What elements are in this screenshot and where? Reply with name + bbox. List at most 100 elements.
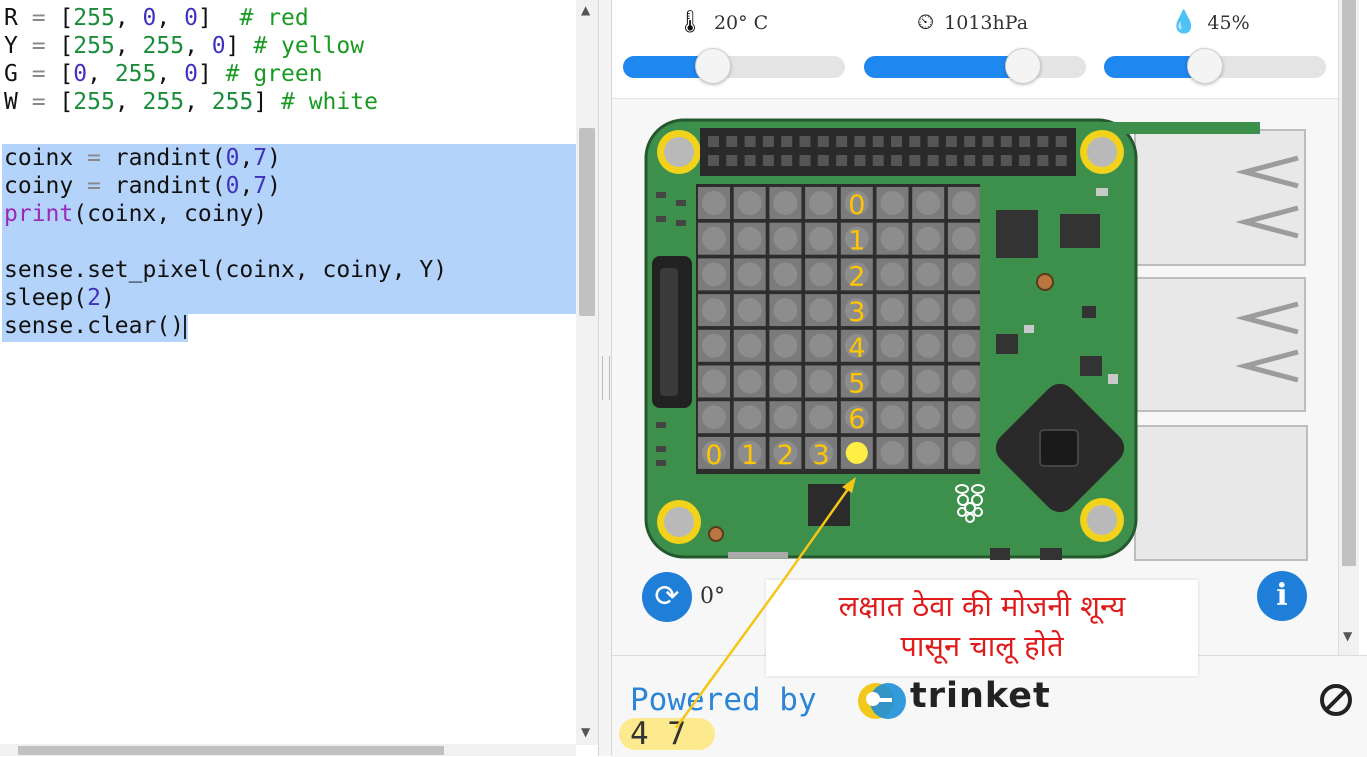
gpio-pin bbox=[1019, 136, 1031, 147]
gpio-pin bbox=[1055, 155, 1067, 166]
led-dot bbox=[916, 298, 941, 323]
gpio-pin bbox=[744, 136, 756, 147]
led-dot bbox=[916, 262, 941, 287]
emulator-vertical-scrollbar[interactable]: ▼ bbox=[1339, 0, 1359, 655]
led-dot bbox=[702, 405, 726, 430]
led-dot bbox=[880, 333, 905, 358]
led-dot bbox=[916, 191, 941, 215]
chip bbox=[1080, 356, 1102, 376]
gpio-pin bbox=[762, 136, 774, 147]
led-dot bbox=[702, 369, 726, 394]
led-dot bbox=[951, 262, 976, 287]
led-dot bbox=[737, 405, 762, 430]
led-dot bbox=[809, 191, 834, 215]
column-label: 3 bbox=[813, 440, 830, 471]
led-pixel-lit bbox=[845, 441, 868, 464]
gpio-pin bbox=[854, 136, 866, 147]
gpio-pin bbox=[1000, 136, 1012, 147]
gpio-pin bbox=[872, 136, 884, 147]
gpio-pin bbox=[945, 136, 957, 147]
rotate-button[interactable]: ⟳ bbox=[642, 572, 692, 622]
row-label: 2 bbox=[848, 261, 865, 292]
gpio-pin bbox=[1055, 136, 1067, 147]
led-dot bbox=[809, 298, 834, 323]
led-dot bbox=[880, 262, 905, 287]
led-dot bbox=[737, 333, 762, 358]
annotation-callout: लक्षात ठेवा की मोजनी शून्य पासून चालू हो… bbox=[766, 580, 1198, 676]
gpio-pin bbox=[909, 155, 921, 166]
led-dot bbox=[880, 191, 905, 215]
led-dot bbox=[773, 405, 798, 430]
led-dot bbox=[737, 191, 762, 215]
gpio-pin bbox=[945, 155, 957, 166]
row-label: 3 bbox=[848, 297, 865, 328]
led-dot bbox=[702, 262, 726, 287]
led-dot bbox=[951, 226, 976, 251]
led-dot bbox=[809, 405, 834, 430]
led-dot bbox=[916, 226, 941, 251]
led-dot bbox=[951, 440, 976, 465]
gpio-pin bbox=[799, 136, 811, 147]
led-dot bbox=[951, 405, 976, 430]
led-dot bbox=[809, 369, 834, 394]
led-dot bbox=[737, 262, 762, 287]
led-dot bbox=[916, 369, 941, 394]
annotation-line-2: पासून चालू होते bbox=[900, 629, 1064, 663]
row-label: 1 bbox=[848, 226, 865, 257]
led bbox=[1036, 273, 1054, 291]
led-dot bbox=[809, 226, 834, 251]
chip bbox=[996, 334, 1018, 354]
led-dot bbox=[880, 440, 905, 465]
gpio-pin bbox=[891, 155, 902, 166]
led-dot bbox=[916, 333, 941, 358]
sensor-chip bbox=[808, 484, 850, 526]
led-dot bbox=[773, 262, 798, 287]
usb-port bbox=[1134, 277, 1306, 412]
gpio-pin bbox=[817, 136, 829, 147]
gpio-pin bbox=[781, 155, 793, 166]
gpio-pin bbox=[964, 136, 976, 147]
gpio-pin bbox=[836, 136, 848, 147]
info-button[interactable]: i bbox=[1257, 571, 1307, 621]
led-dot bbox=[951, 333, 976, 358]
led-dot bbox=[773, 333, 798, 358]
gpio-pin bbox=[927, 136, 939, 147]
scroll-down-arrow-icon[interactable]: ▼ bbox=[1343, 630, 1352, 642]
column-label: 2 bbox=[777, 440, 794, 471]
led-dot bbox=[951, 369, 976, 394]
led-dot bbox=[737, 369, 762, 394]
row-label: 6 bbox=[848, 404, 865, 435]
gpio-pin bbox=[744, 155, 756, 166]
led-dot bbox=[702, 226, 726, 251]
gpio-pin bbox=[817, 155, 829, 166]
gpio-pin bbox=[891, 136, 902, 147]
led-dot bbox=[702, 191, 726, 215]
led-dot bbox=[773, 191, 798, 215]
trinket-logo-icon[interactable] bbox=[856, 681, 908, 721]
trinket-brand[interactable]: trinket bbox=[910, 676, 1051, 716]
powered-by-label: Powered by bbox=[630, 682, 817, 718]
led-dot bbox=[916, 405, 941, 430]
gpio-pin bbox=[909, 136, 921, 147]
led-dot bbox=[951, 298, 976, 323]
gpio-pin bbox=[872, 155, 884, 166]
led-dot bbox=[773, 226, 798, 251]
gpio-pin bbox=[799, 155, 811, 166]
rotate-icon: ⟳ bbox=[654, 579, 680, 614]
ethernet-port bbox=[1134, 425, 1308, 561]
scrollbar-thumb[interactable] bbox=[1342, 0, 1356, 566]
gpio-pin bbox=[1019, 155, 1031, 166]
led-dot bbox=[737, 226, 762, 251]
led-dot bbox=[737, 298, 762, 323]
led-dot bbox=[880, 298, 905, 323]
led-dot bbox=[916, 440, 941, 465]
row-label: 0 bbox=[848, 190, 865, 221]
stop-icon[interactable] bbox=[1318, 682, 1354, 718]
chip bbox=[996, 210, 1038, 258]
led-dot bbox=[880, 405, 905, 430]
rotation-value: 0° bbox=[700, 584, 725, 609]
annotation-line-1: लक्षात ठेवा की मोजनी शून्य bbox=[838, 589, 1126, 623]
led-dot bbox=[773, 369, 798, 394]
led-dot bbox=[809, 333, 834, 358]
gpio-pin bbox=[854, 155, 866, 166]
